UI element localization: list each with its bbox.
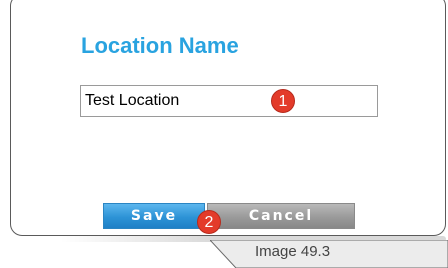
image-caption: Image 49.3: [255, 243, 331, 260]
cancel-button[interactable]: Cancel: [207, 203, 355, 229]
dialog-title: Location Name: [81, 33, 239, 58]
save-button[interactable]: Save: [103, 203, 205, 229]
callout-marker-1: 1: [271, 89, 295, 113]
callout-marker-2: 2: [197, 210, 221, 234]
location-name-input[interactable]: [80, 85, 378, 117]
